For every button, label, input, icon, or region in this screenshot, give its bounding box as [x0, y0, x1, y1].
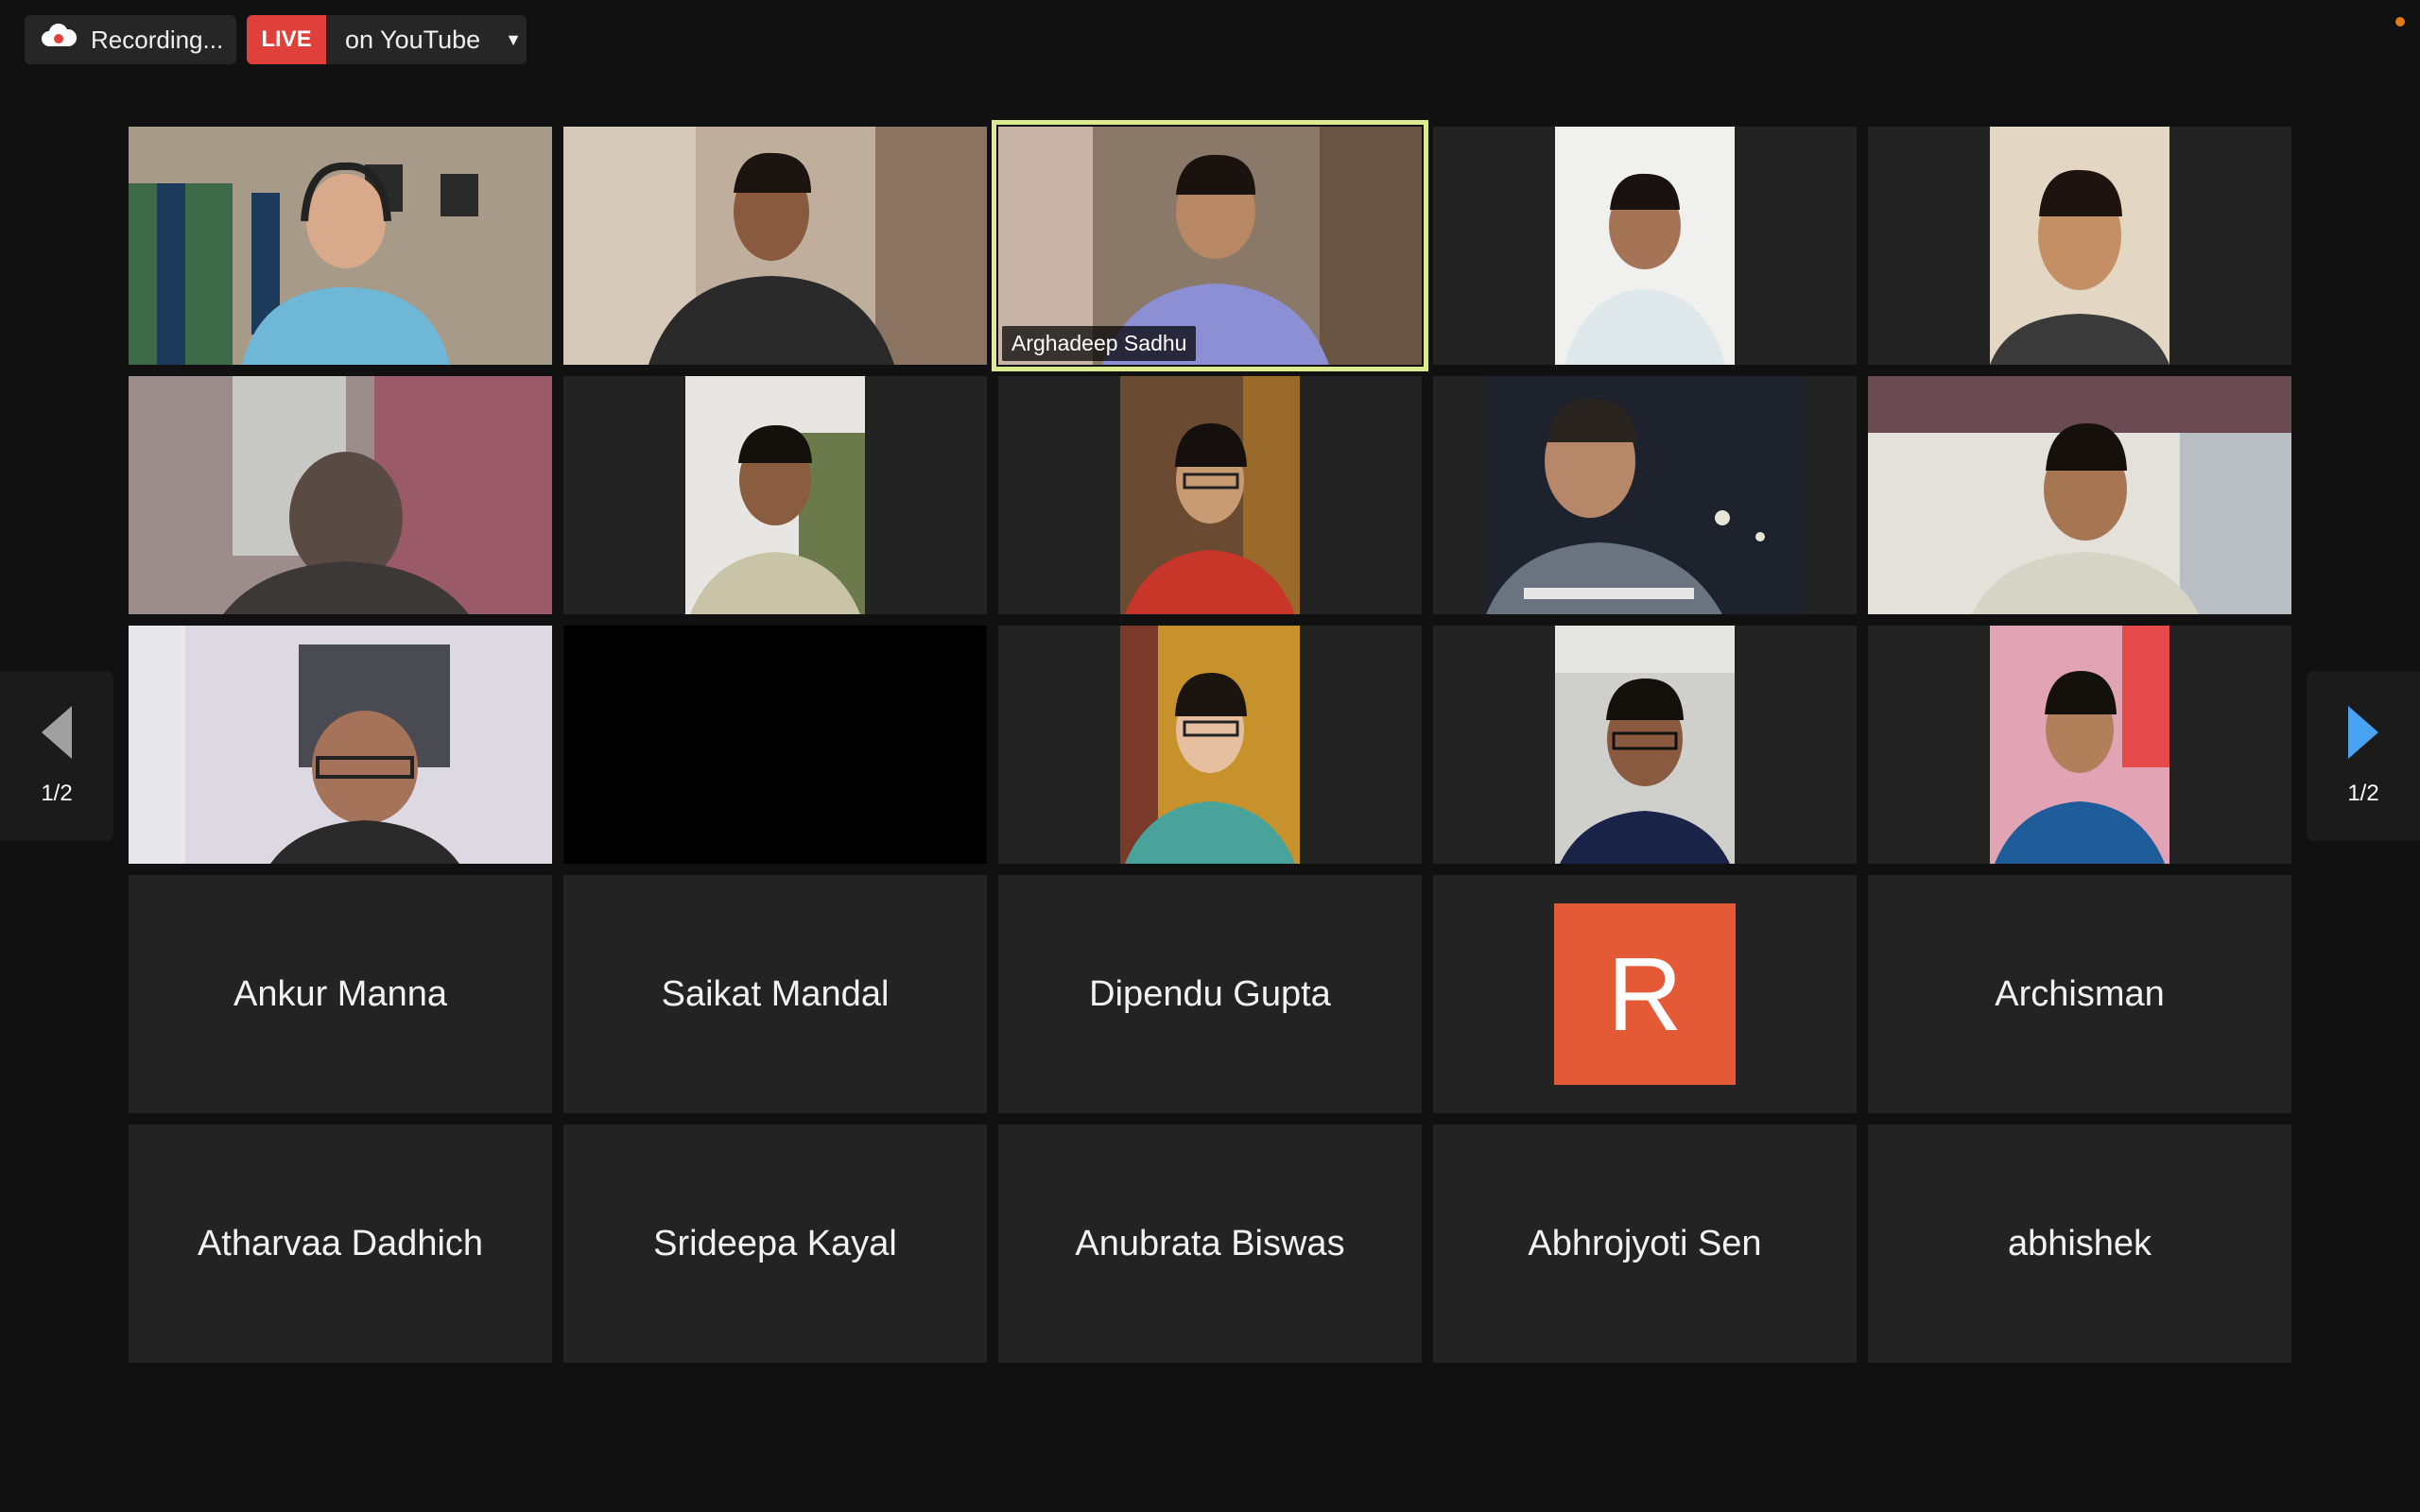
participant-name: Anubrata Biswas — [1075, 1223, 1345, 1263]
participant-video — [1555, 626, 1735, 864]
participant-name: Dipendu Gupta — [1089, 973, 1331, 1014]
participant-video — [1120, 376, 1300, 614]
participant-video — [563, 127, 987, 365]
arrow-left-icon — [38, 705, 76, 765]
participant-tile-no-video[interactable]: Saikat Mandal — [563, 875, 987, 1113]
video-tile-active-speaker[interactable]: Arghadeep Sadhu — [992, 120, 1428, 371]
status-dot — [2395, 17, 2405, 26]
participant-tile-no-video[interactable]: Dipendu Gupta — [998, 875, 1422, 1113]
participant-tile-no-video[interactable]: Anubrata Biswas — [998, 1125, 1422, 1363]
participant-name: Srideepa Kayal — [653, 1223, 897, 1263]
participant-tile-no-video[interactable]: Abhrojyoti Sen — [1433, 1125, 1857, 1363]
participant-tile-no-video[interactable]: Srideepa Kayal — [563, 1125, 987, 1363]
video-tile[interactable] — [563, 127, 987, 365]
participant-video — [1120, 626, 1300, 864]
live-target-label: on YouTube — [345, 25, 481, 54]
video-tile[interactable] — [1433, 376, 1857, 614]
live-stream-menu[interactable]: LIVE on YouTube ▼ — [247, 15, 527, 64]
participant-video — [1868, 376, 2291, 614]
previous-page-button[interactable]: 1/2 — [0, 671, 113, 841]
participant-video — [129, 127, 552, 365]
page-indicator-left: 1/2 — [41, 780, 73, 806]
participant-video — [1990, 626, 2169, 864]
participant-name: Saikat Mandal — [661, 973, 890, 1014]
participant-tile-no-video[interactable]: Atharvaa Dadhich — [129, 1125, 552, 1363]
participant-tile-no-video[interactable]: abhishek — [1868, 1125, 2291, 1363]
video-tile[interactable] — [129, 376, 552, 614]
video-tile[interactable] — [563, 376, 987, 614]
recording-label: Recording... — [91, 25, 224, 54]
video-tile[interactable] — [1868, 626, 2291, 864]
participant-video — [129, 376, 552, 614]
participant-name: Archisman — [1995, 973, 2165, 1014]
next-page-button[interactable]: 1/2 — [2307, 671, 2420, 841]
page-indicator-right: 1/2 — [2347, 780, 2379, 806]
arrow-right-icon — [2344, 705, 2382, 765]
video-tile[interactable] — [998, 626, 1422, 864]
chevron-down-icon[interactable]: ▼ — [505, 30, 522, 50]
live-badge: LIVE — [247, 15, 326, 64]
video-tile[interactable] — [129, 626, 552, 864]
participant-name-tag: Arghadeep Sadhu — [1002, 326, 1197, 361]
video-tile[interactable] — [1868, 127, 2291, 365]
video-tile[interactable] — [129, 127, 552, 365]
video-tile[interactable] — [1868, 376, 2291, 614]
participant-tile-no-video[interactable]: Archisman — [1868, 875, 2291, 1113]
participant-video — [129, 626, 552, 864]
participant-video — [1990, 127, 2169, 365]
video-tile-off[interactable] — [563, 626, 987, 864]
recording-indicator[interactable]: Recording... — [25, 15, 236, 64]
participant-name: Abhrojyoti Sen — [1528, 1223, 1762, 1263]
video-tile[interactable] — [998, 376, 1422, 614]
video-tile[interactable] — [1433, 127, 1857, 365]
participant-name: Ankur Manna — [233, 973, 447, 1014]
participant-name: abhishek — [2007, 1223, 2152, 1263]
participant-name: Atharvaa Dadhich — [197, 1223, 484, 1263]
participant-video — [1555, 127, 1735, 365]
video-tile[interactable] — [1433, 626, 1857, 864]
participant-video — [685, 376, 865, 614]
meeting-window: Recording... LIVE on YouTube ▼ 1/2 1/2 A… — [0, 0, 2420, 1512]
gallery-grid: Arghadeep Sadhu Ankur Manna Saikat Manda… — [129, 120, 2291, 1363]
cloud-record-icon — [40, 23, 78, 57]
avatar: R — [1554, 903, 1736, 1085]
participant-tile-no-video[interactable]: Ankur Manna — [129, 875, 552, 1113]
participant-video — [1486, 376, 1804, 614]
participant-tile-no-video[interactable]: R — [1433, 875, 1857, 1113]
